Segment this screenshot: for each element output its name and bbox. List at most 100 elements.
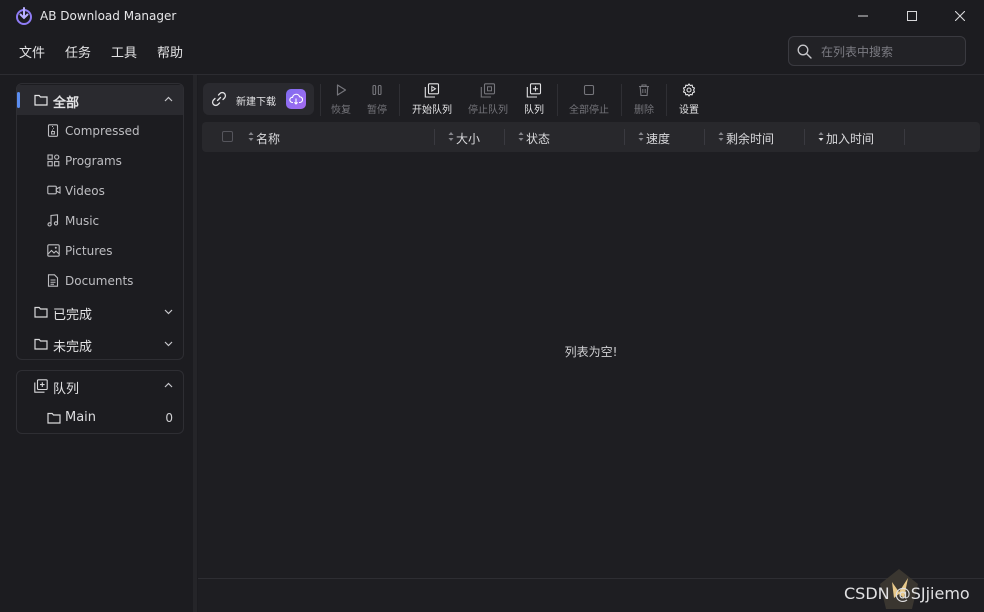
column-added-time[interactable]: 加入时间 [818,122,898,152]
programs-icon [47,154,60,167]
column-speed[interactable]: 速度 [638,122,698,152]
resume-button[interactable]: 恢复 [326,83,356,117]
sort-down-icon [818,132,824,141]
sidebar-item-videos[interactable]: Videos [17,176,183,206]
chevron-up-icon [164,382,173,388]
close-button[interactable] [937,4,983,28]
delete-button[interactable]: 删除 [629,83,659,117]
settings-label: 设置 [679,105,699,116]
column-divider[interactable] [804,129,805,145]
column-size[interactable]: 大小 [448,122,498,152]
sidebar-item-pictures[interactable]: Pictures [17,236,183,266]
minimize-icon [858,15,868,17]
chevron-up-icon [164,96,173,102]
stop-queue-button[interactable]: 停止队列 [464,83,512,117]
sort-icon [718,132,724,141]
sort-icon [248,132,254,141]
sort-icon [518,132,524,141]
stop-all-button[interactable]: 全部停止 [565,83,613,117]
menu-tasks[interactable]: 任务 [58,40,98,64]
resume-label: 恢复 [331,105,351,116]
sidebar-item-documents[interactable]: Documents [17,266,183,296]
trash-icon [639,84,649,97]
selected-indicator [17,92,20,108]
sidebar-item-compressed[interactable]: Compressed [17,116,183,146]
table-header: 名称 大小 状态 速度 剩余时间 加入时间 [202,122,980,152]
compressed-file-icon [47,124,59,137]
start-queue-button[interactable]: 开始队列 [408,83,456,117]
column-divider[interactable] [434,129,435,145]
new-download-button[interactable]: 新建下载 [203,83,314,115]
menu-file[interactable]: 文件 [12,40,52,64]
queue-icon [34,379,48,393]
start-queue-icon [424,83,440,98]
category-unfinished-label: 未完成 [53,340,93,355]
minimize-button[interactable] [840,4,886,28]
folder-icon [34,94,48,106]
select-all-checkbox[interactable] [222,131,233,142]
sidebar-item-label: Programs [65,154,122,168]
queue-icon [526,83,542,98]
settings-button[interactable]: 设置 [674,83,704,117]
queue-panel: 队列 Main 0 [16,370,184,434]
stop-icon [583,84,595,96]
link-icon [211,91,227,107]
menu-tools[interactable]: 工具 [104,40,144,64]
category-all[interactable]: 全部 [17,85,183,115]
sort-icon [638,132,644,141]
stop-all-label: 全部停止 [569,105,609,116]
category-panel: 全部 Compressed Programs Videos Music Pict… [16,83,184,360]
app-logo-icon [16,7,32,25]
pause-button[interactable]: 暂停 [362,83,392,117]
column-divider[interactable] [624,129,625,145]
toolbar-separator [320,84,321,116]
column-size-label: 大小 [456,132,481,146]
sidebar-item-label: Documents [65,274,134,288]
music-icon [47,214,59,227]
folder-icon [34,338,48,350]
maximize-icon [907,11,917,21]
new-download-label: 新建下载 [236,97,276,108]
video-icon [47,185,61,195]
sidebar-item-music[interactable]: Music [17,206,183,236]
play-icon [336,84,347,96]
queue-item-count: 0 [165,411,173,425]
category-unfinished[interactable]: 未完成 [17,329,183,359]
cloud-download-button[interactable] [286,89,306,109]
queue-button[interactable]: 队列 [518,83,550,117]
queue-label: 队列 [524,105,544,116]
queue-item-main[interactable]: Main 0 [17,403,183,433]
column-divider[interactable] [904,129,905,145]
queue-header[interactable]: 队列 [17,371,183,401]
pause-icon [372,84,382,96]
delete-label: 删除 [634,105,654,116]
toolbar-separator [399,84,400,116]
category-finished[interactable]: 已完成 [17,297,183,327]
folder-icon [47,412,61,424]
toolbar-separator [557,84,558,116]
start-queue-label: 开始队列 [412,105,452,116]
menu-help[interactable]: 帮助 [150,40,190,64]
sort-icon [448,132,454,141]
menu-bar: 文件 任务 工具 帮助 [12,40,196,64]
folder-icon [34,306,48,318]
maximize-button[interactable] [889,4,935,28]
column-divider[interactable] [504,129,505,145]
toolbar-separator [666,84,667,116]
document-icon [47,274,59,287]
queue-header-label: 队列 [53,382,80,397]
chevron-down-icon [164,309,173,315]
column-status[interactable]: 状态 [518,122,618,152]
column-remaining-time[interactable]: 剩余时间 [718,122,798,152]
sidebar-item-label: Pictures [65,244,113,258]
status-bar-divider [198,578,984,579]
column-name[interactable]: 名称 [248,122,428,152]
column-divider[interactable] [704,129,705,145]
search-icon [797,44,812,59]
panel-splitter[interactable] [193,75,197,612]
watermark-text: CSDN @SJjiemo [844,584,970,603]
search-input[interactable] [819,42,963,62]
stop-queue-icon [480,83,496,98]
category-finished-label: 已完成 [53,308,93,323]
sidebar-item-programs[interactable]: Programs [17,146,183,176]
